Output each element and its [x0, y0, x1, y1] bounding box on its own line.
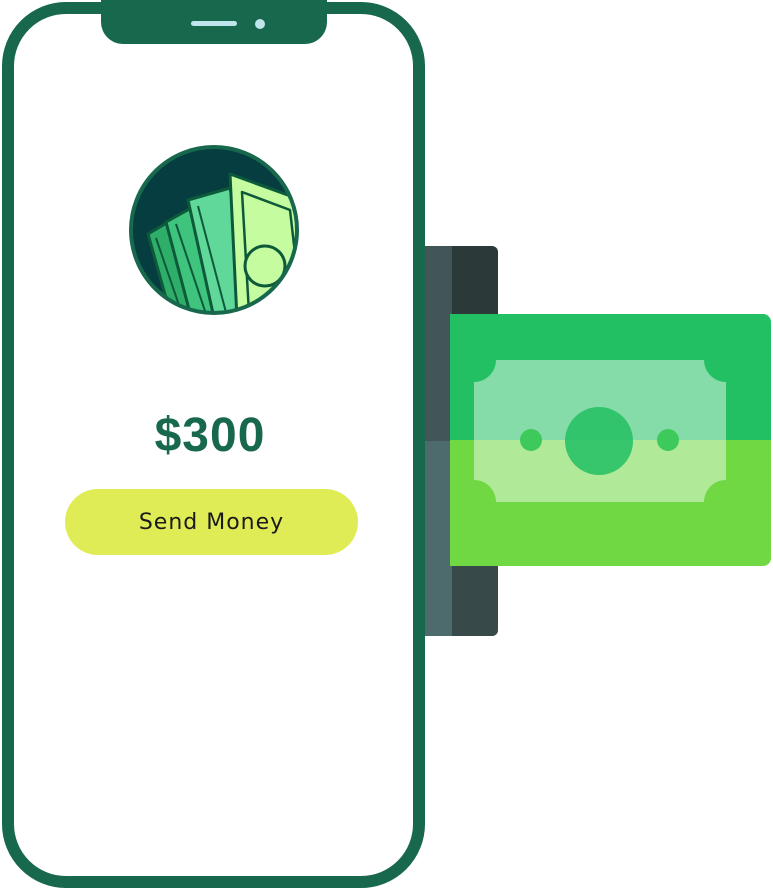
- send-money-illustration: $300 Send Money: [0, 0, 773, 892]
- send-money-button[interactable]: Send Money: [65, 489, 358, 555]
- money-bills-icon: [126, 144, 302, 316]
- amount-label: $300: [154, 409, 266, 462]
- send-money-button-label: Send Money: [138, 509, 285, 535]
- camera-icon: [255, 19, 265, 29]
- dollar-bill-icon: [450, 314, 771, 566]
- speaker-icon: [191, 21, 237, 26]
